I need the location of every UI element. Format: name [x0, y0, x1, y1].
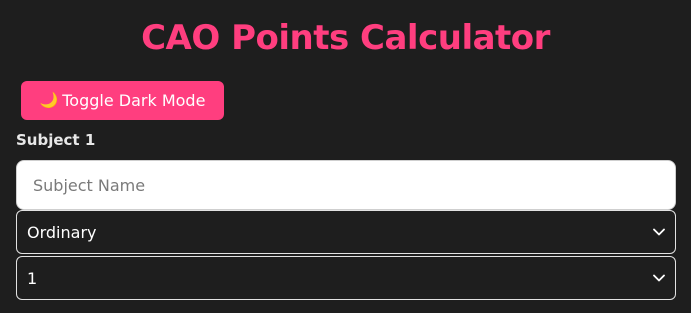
- moon-icon: 🌙: [39, 91, 59, 109]
- chevron-down-icon: [653, 228, 665, 236]
- subject-name-input[interactable]: [16, 160, 676, 210]
- toggle-dark-mode-label: Toggle Dark Mode: [62, 91, 206, 110]
- chevron-down-icon: [653, 274, 665, 282]
- toggle-dark-mode-button[interactable]: 🌙 Toggle Dark Mode: [21, 81, 224, 120]
- grade-select[interactable]: 1: [16, 256, 676, 300]
- subject-label: Subject 1: [16, 131, 96, 149]
- page-title: CAO Points Calculator: [141, 18, 550, 58]
- level-select-value: Ordinary: [27, 222, 97, 242]
- level-select[interactable]: Ordinary: [16, 210, 676, 254]
- grade-select-value: 1: [27, 268, 38, 288]
